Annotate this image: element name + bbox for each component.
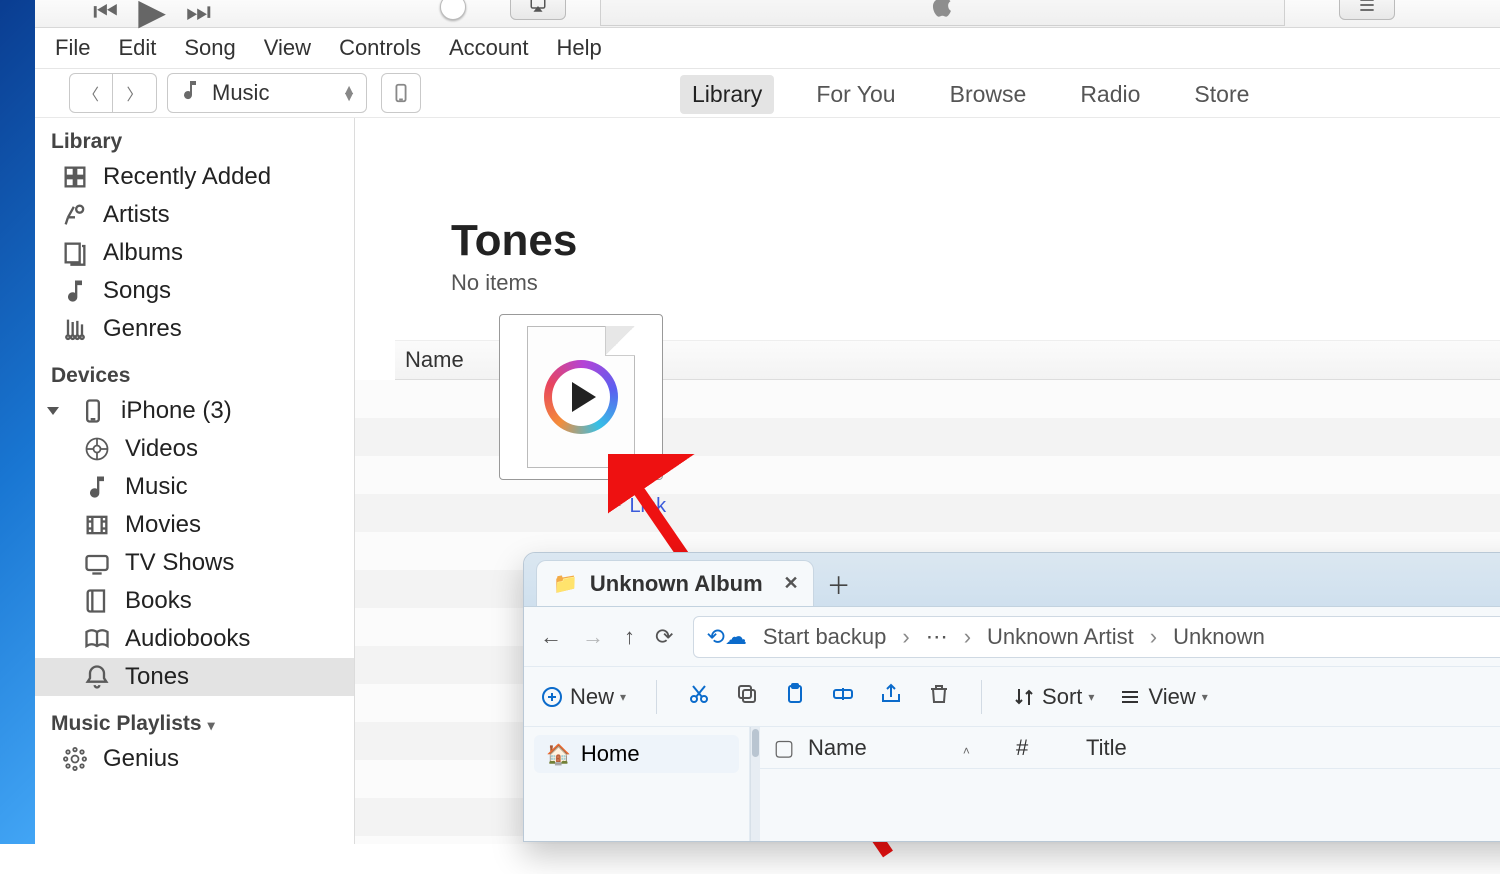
sidebar-item-tvshows[interactable]: TV Shows [35,544,354,582]
dragged-file-thumbnail [499,314,663,480]
explorer-forward-button[interactable]: → [582,624,604,650]
close-tab-button[interactable]: ✕ [784,573,799,594]
explorer-list[interactable]: ▢ Name ˄ # Title [760,727,1500,841]
chevron-down-icon: ▾ [208,717,215,734]
cut-button[interactable] [687,682,711,712]
cloud-sync-icon: ⟲☁ [706,624,746,650]
sidebar-item-device-iphone[interactable]: iPhone (3) [35,392,354,430]
menu-song[interactable]: Song [170,31,249,65]
next-track-button[interactable]: ⏭ [186,0,211,26]
explorer-side-home[interactable]: 🏠 Home [534,735,739,773]
column-name[interactable]: Name ˄ [808,735,1016,761]
chevron-updown-icon: ▲▼ [342,86,356,100]
sidebar-item-movies[interactable]: Movies [35,506,354,544]
breadcrumb-album[interactable]: Unknown [1173,624,1265,650]
share-button[interactable] [879,682,903,712]
source-label: Music [212,80,269,106]
explorer-ribbon: New▾ Sort▾ View▾ [524,667,1500,727]
folder-icon: 📁 [553,571,578,596]
nav-store[interactable]: Store [1182,75,1261,114]
sort-button[interactable]: Sort▾ [1012,684,1094,710]
menu-bar: File Edit Song View Controls Account Hel… [35,28,1500,68]
sidebar-item-books[interactable]: Books [35,582,354,620]
forward-button[interactable]: 〉 [113,73,157,113]
music-note-icon [178,78,202,108]
nav-library[interactable]: Library [680,75,774,114]
playback-row: ⏮ ▶ ⏭ [35,0,1500,28]
new-tab-button[interactable]: ＋ [824,568,854,598]
explorer-tab[interactable]: 📁 Unknown Album ✕ [536,560,814,606]
airplay-button[interactable] [510,0,566,20]
itunes-window: ⏮ ▶ ⏭ File Edit Song View Controls Accou… [35,0,1500,844]
apple-logo-icon [929,0,957,24]
explorer-back-button[interactable]: ← [540,624,562,650]
sidebar-item-songs[interactable]: Songs [35,272,354,310]
sidebar-item-tones[interactable]: Tones [35,658,354,696]
menu-file[interactable]: File [41,31,104,65]
sidebar-item-genres[interactable]: Genres [35,310,354,348]
breadcrumb-artist[interactable]: Unknown Artist [987,624,1134,650]
nav-for-you[interactable]: For You [804,75,907,114]
column-number[interactable]: # [1016,735,1086,761]
file-icon [527,326,635,468]
menu-edit[interactable]: Edit [104,31,170,65]
menu-view[interactable]: View [250,31,325,65]
sidebar: Library Recently Added Artists Albums So… [35,118,355,844]
menu-help[interactable]: Help [542,31,615,65]
sidebar-item-artists[interactable]: Artists [35,196,354,234]
paste-button[interactable] [783,682,807,712]
nav-browse[interactable]: Browse [938,75,1039,114]
drag-link-badge: Link [605,492,666,518]
top-nav: Library For You Browse Radio Store [680,69,1261,119]
sidebar-library-header: Library [35,124,354,158]
sidebar-item-audiobooks[interactable]: Audiobooks [35,620,354,658]
disclosure-triangle-icon[interactable] [47,407,59,415]
new-button[interactable]: New▾ [540,684,626,710]
rename-button[interactable] [831,682,855,712]
home-icon: 🏠 [546,742,571,767]
explorer-sidebar: 🏠 Home [524,727,750,841]
menu-account[interactable]: Account [435,31,543,65]
select-all-checkbox[interactable]: ▢ [760,735,808,761]
delete-button[interactable] [927,682,951,712]
media-play-icon [544,360,618,434]
column-name: Name [405,347,464,373]
view-button[interactable]: View▾ [1118,684,1207,710]
page-title: Tones [451,216,577,266]
up-next-button[interactable] [1339,0,1395,20]
explorer-up-button[interactable]: ↑ [624,624,635,650]
play-button[interactable]: ▶ [138,0,166,30]
device-button[interactable] [381,73,421,113]
content-area: Tones No items Name Link [355,118,1500,844]
breadcrumb[interactable]: ⟲☁ Start backup ›⋯› Unknown Artist › Unk… [693,616,1500,658]
sidebar-devices-header: Devices [35,348,354,392]
sidebar-item-videos[interactable]: Videos [35,430,354,468]
nav-radio[interactable]: Radio [1068,75,1152,114]
sidebar-item-genius[interactable]: Genius [35,740,354,778]
prev-track-button[interactable]: ⏮ [93,0,118,26]
back-button[interactable]: 〈 [69,73,113,113]
toolbar: 〈 〉 Music ▲▼ Library For You Browse Radi… [35,68,1500,118]
copy-button[interactable] [735,682,759,712]
sidebar-scrollbar[interactable] [750,727,760,841]
explorer-refresh-button[interactable]: ⟳ [655,624,673,650]
column-title[interactable]: Title [1086,735,1127,761]
menu-controls[interactable]: Controls [325,31,435,65]
file-explorer-window[interactable]: 📁 Unknown Album ✕ ＋ ← → ↑ ⟳ ⟲☁ Start bac… [523,552,1500,842]
volume-knob[interactable] [440,0,466,20]
explorer-titlebar[interactable]: 📁 Unknown Album ✕ ＋ [524,553,1500,607]
source-selector[interactable]: Music ▲▼ [167,73,367,113]
sidebar-item-albums[interactable]: Albums [35,234,354,272]
lcd-display [600,0,1285,26]
breadcrumb-backup[interactable]: Start backup [763,624,887,650]
sidebar-item-recently-added[interactable]: Recently Added [35,158,354,196]
sidebar-item-music[interactable]: Music [35,468,354,506]
sidebar-playlists-header[interactable]: Music Playlists▾ [35,696,354,740]
page-subtitle: No items [451,270,538,296]
